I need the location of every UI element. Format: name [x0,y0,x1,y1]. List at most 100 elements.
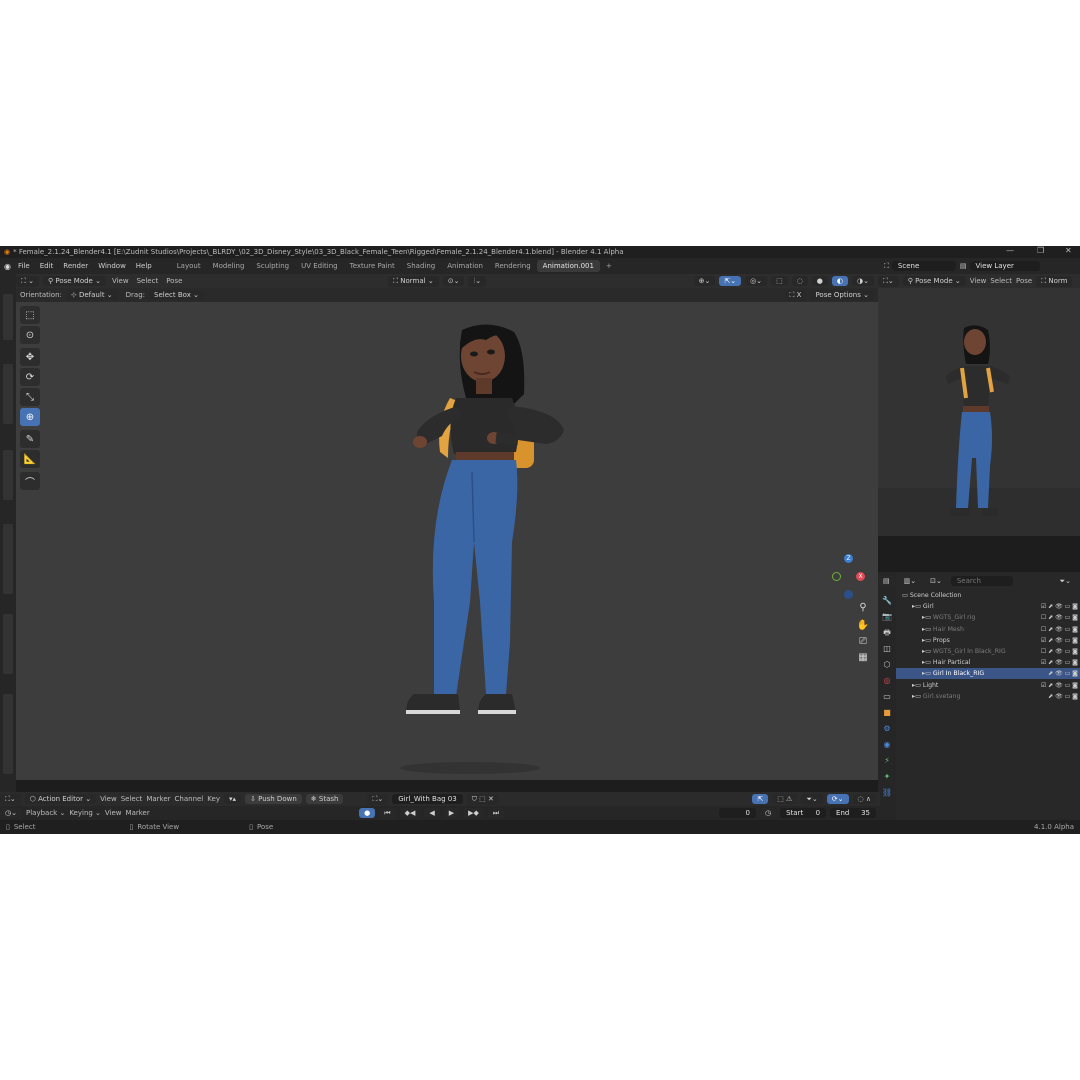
tab-sculpting[interactable]: Sculpting [250,262,295,270]
collection-icon[interactable]: ▸▭ [922,626,933,633]
tab-shading[interactable]: Shading [401,262,441,270]
data-tab-icon[interactable]: ⚡ [880,754,894,768]
filter-icon[interactable]: ⏷⌄ [1054,575,1076,587]
xray-button[interactable]: ⬚ [771,276,788,286]
transform-orientation-dropdown[interactable]: ⛶ Normal ⌄ [388,275,439,287]
transform-tool-icon[interactable]: ⊕ [20,408,40,426]
view-options-button[interactable]: ⊡⌄ [925,576,947,586]
display-mode-button[interactable]: ▥⌄ [898,576,922,586]
outliner-row[interactable]: ▸▭ WGTS_Girl In Black_RIG ☐ ⬈ 👁 ▭ ◙ [896,646,1080,657]
collection-icon[interactable]: ▸▭ [912,682,923,689]
visibility-toggles-icon[interactable]: ☑ ⬈ 👁 ▭ ◙ [1041,657,1078,668]
ae-menu-marker[interactable]: Marker [146,795,170,803]
proportional-edit-icon[interactable]: ◌ ∧ [852,794,876,804]
collection-icon[interactable]: ▸▭ [922,648,933,655]
tl-menu-keying[interactable]: Keying ⌄ [69,809,101,817]
collection-icon[interactable]: ▸▭ [912,603,923,610]
render-menu-view[interactable]: View [970,277,987,285]
end-frame-field[interactable]: End 35 [830,808,876,818]
camera-view-icon[interactable]: ⎚ [856,636,870,650]
drag-dropdown[interactable]: Select Box ⌄ [149,290,204,300]
minimize-button[interactable]: — [1006,246,1014,255]
rotate-tool-icon[interactable]: ⟳ [20,368,40,386]
gizmo-x-axis[interactable]: X [856,572,865,581]
prev-key-icon[interactable]: ◆◀ [399,808,421,818]
menu-select[interactable]: Select [137,277,159,285]
menu-view[interactable]: View [112,277,129,285]
show-hidden-icon[interactable]: ⬚ ⚠ [772,794,798,804]
mode-dropdown[interactable]: ⚲ Pose Mode ⌄ [43,276,106,286]
action-editor-mode-dropdown[interactable]: ⬡ Action Editor ⌄ [24,794,97,804]
editor-type-button[interactable]: ⛶⌄ [0,793,21,805]
orientation-dropdown[interactable]: ⊹ Default ⌄ [65,290,118,300]
visibility-toggles-icon[interactable]: ☐ ⬈ 👁 ▭ ◙ [1041,624,1078,635]
visibility-toggles-icon[interactable]: ☐ ⬈ 👁 ▭ ◙ [1041,646,1078,657]
outliner-row[interactable]: ▸▭ Girl.svetang ⬈ 👁 ▭ ◙ [896,691,1080,702]
keyframe-up-down-icon[interactable]: ▾▴ [223,794,241,804]
bone-tab-icon[interactable]: ✦ [880,770,894,784]
visibility-toggles-icon[interactable]: ☑ ⬈ 👁 ▭ ◙ [1041,601,1078,612]
output-tab-icon[interactable]: 🖶 [880,626,894,640]
add-workspace-button[interactable]: + [600,262,618,270]
render-orientation-dropdown[interactable]: ⛶ Norm [1036,275,1073,287]
outliner-row[interactable]: ▭ Scene Collection [896,590,1080,601]
stopwatch-icon[interactable]: ◷ [760,808,777,818]
play-reverse-icon[interactable]: ◀ [424,808,440,818]
menu-render[interactable]: Render [58,262,93,270]
tl-menu-marker[interactable]: Marker [126,809,150,817]
render-preview-viewport[interactable] [878,288,1080,536]
tool-tab-icon[interactable]: 🔧 [880,594,894,608]
outliner-row[interactable]: ▸▭ Girl ☑ ⬈ 👁 ▭ ◙ [896,601,1080,612]
object-tab-icon[interactable]: ■ [880,706,894,720]
jump-end-icon[interactable]: ⏭ [487,807,505,819]
ae-menu-channel[interactable]: Channel [175,795,204,803]
collection-icon[interactable]: ▸▭ [922,670,933,677]
render-menu-pose[interactable]: Pose [1016,277,1032,285]
ae-snap-icon[interactable]: ⟳⌄ [826,794,849,804]
shading-rendered-button[interactable]: ◑⌄ [852,276,874,286]
outliner-row[interactable]: ▸▭ Girl In Black_RIG ⬈ 👁 ▭ ◙ [896,668,1080,680]
visibility-toggles-icon[interactable]: ☐ ⬈ 👁 ▭ ◙ [1041,612,1078,623]
measure-tool-icon[interactable]: 📐 [20,450,40,468]
relax-tool-icon[interactable]: ⌒ [20,472,40,490]
collection-icon[interactable]: ▸▭ [912,693,923,700]
zoom-icon[interactable]: ⚲ [856,602,870,616]
outliner-search-input[interactable]: Search [950,576,1013,586]
collection-icon[interactable]: ▸▭ [922,659,933,666]
timeline-editor-type-button[interactable]: ◷⌄ [0,808,22,818]
view-layer-tab-icon[interactable]: ◫ [880,642,894,656]
gizmo-toggle-button[interactable]: ⇱⌄ [719,276,742,286]
tab-texture-paint[interactable]: Texture Paint [344,262,401,270]
editor-type-button[interactable]: ▤ [878,576,895,586]
scene-tab-icon[interactable]: ⬡ [880,658,894,672]
ae-filter-icon[interactable]: ⏷⌄ [801,793,823,805]
move-tool-icon[interactable]: ✥ [20,348,40,366]
editor-type-button[interactable]: ⛶ ⌄ [16,275,39,287]
select-box-tool-icon[interactable]: ⬚ [20,306,40,324]
tab-layout[interactable]: Layout [171,262,207,270]
snap-button[interactable]: ⫶⌄ [468,275,487,287]
shading-material-button[interactable]: ◐ [831,276,849,286]
shading-wireframe-button[interactable]: ◌ [791,276,808,286]
pose-options-dropdown[interactable]: Pose Options ⌄ [810,290,874,300]
3d-viewport[interactable]: Z X Y ⚲ ✋ ⎚ ▦ [16,302,878,780]
scene-field[interactable]: Scene [891,261,956,271]
ae-menu-view[interactable]: View [100,795,117,803]
blender-menu-icon[interactable]: ◉ [4,262,11,271]
overlay-button[interactable]: ◎⌄ [745,276,768,286]
grid-toggle-icon[interactable]: ▦ [856,652,870,666]
collection-icon[interactable]: ▸▭ [922,637,933,644]
render-mode-dropdown[interactable]: ⚲ Pose Mode ⌄ [902,276,966,286]
outliner-row[interactable]: ▸▭ Hair Partical ☑ ⬈ 👁 ▭ ◙ [896,657,1080,668]
gizmo-neg-z-axis[interactable] [844,590,853,599]
start-frame-field[interactable]: Start 0 [780,808,827,818]
editor-type-button[interactable]: ⛶⌄ [878,275,899,287]
close-button[interactable]: ✕ [1065,246,1072,255]
tab-uv-editing[interactable]: UV Editing [295,262,344,270]
menu-help[interactable]: Help [131,262,157,270]
tab-rendering[interactable]: Rendering [489,262,537,270]
render-tab-icon[interactable]: 📷 [880,610,894,624]
view-layer-field[interactable]: View Layer [969,261,1040,271]
tab-animation[interactable]: Animation [441,262,489,270]
current-frame-field[interactable]: 0 [719,808,756,818]
